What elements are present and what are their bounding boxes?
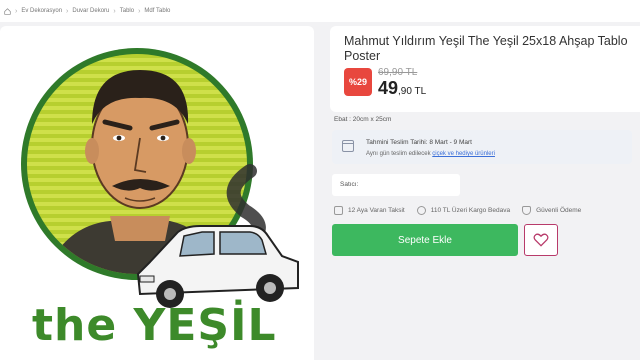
add-to-cart-button[interactable]: Sepete Ekle	[332, 224, 518, 256]
feature-secure-payment: Güvenli Ödeme	[522, 206, 581, 215]
breadcrumb-item[interactable]: Mdf Tablo	[144, 8, 170, 14]
poster-caption: the YEŞİL	[32, 300, 277, 351]
old-price: 69,90 TL	[378, 67, 418, 78]
product-image-panel: the YEŞİL	[0, 26, 314, 360]
feature-installment: 12 Aya Varan Taksit	[334, 206, 405, 215]
feature-label: Güvenli Ödeme	[536, 207, 582, 214]
feature-label: 110 TL Üzeri Kargo Bedava	[430, 207, 511, 214]
breadcrumb-home-icon[interactable]	[4, 7, 11, 15]
flowers-gifts-link[interactable]: çiçek ve hediye ürünleri	[432, 151, 495, 157]
breadcrumb-item[interactable]: Tablo	[120, 8, 134, 14]
price-decimal: ,90 TL	[398, 86, 427, 97]
shield-icon	[522, 206, 532, 215]
delivery-note: Aynı gün teslim edilecek çiçek ve hediye…	[366, 151, 495, 157]
breadcrumb-separator: ›	[138, 7, 141, 15]
breadcrumb-item[interactable]: Ev Dekorasyon	[21, 8, 62, 14]
seller-label: Satıcı:	[340, 181, 359, 188]
feature-label: 12 Aya Varan Taksit	[348, 207, 405, 214]
breadcrumb: › Ev Dekorasyon › Duvar Dekoru › Tablo ›…	[0, 0, 640, 22]
delivery-note-text: Aynı gün teslim edilecek	[366, 151, 433, 157]
breadcrumb-separator: ›	[113, 7, 116, 15]
truck-icon	[416, 206, 426, 215]
favorite-button[interactable]	[524, 224, 558, 256]
discount-badge: %29	[344, 68, 372, 96]
product-summary-card: Mahmut Yıldırım Yeşil The Yeşil 25x18 Ah…	[330, 26, 640, 112]
calendar-icon	[342, 140, 354, 152]
feature-list: 12 Aya Varan Taksit 110 TL Üzeri Kargo B…	[334, 206, 593, 215]
delivery-info-box: Tahmini Teslim Tarihi: 8 Mart - 9 Mart A…	[332, 130, 632, 164]
price-main: 49	[378, 78, 399, 98]
delivery-estimate: Tahmini Teslim Tarihi: 8 Mart - 9 Mart	[366, 139, 472, 146]
product-info-panel: Mahmut Yıldırım Yeşil The Yeşil 25x18 Ah…	[330, 26, 640, 360]
breadcrumb-item[interactable]: Duvar Dekoru	[72, 8, 109, 14]
feature-free-shipping: 110 TL Üzeri Kargo Bedava	[416, 206, 511, 215]
breadcrumb-separator: ›	[66, 7, 69, 15]
credit-card-icon	[334, 206, 343, 215]
size-label: Ebat : 20cm x 25cm	[334, 116, 392, 123]
product-title: Mahmut Yıldırım Yeşil The Yeşil 25x18 Ah…	[344, 34, 628, 63]
breadcrumb-separator: ›	[15, 7, 18, 15]
current-price: 49,90 TL	[378, 78, 426, 99]
seller-box: Satıcı:	[332, 174, 460, 196]
heart-icon	[533, 233, 549, 247]
